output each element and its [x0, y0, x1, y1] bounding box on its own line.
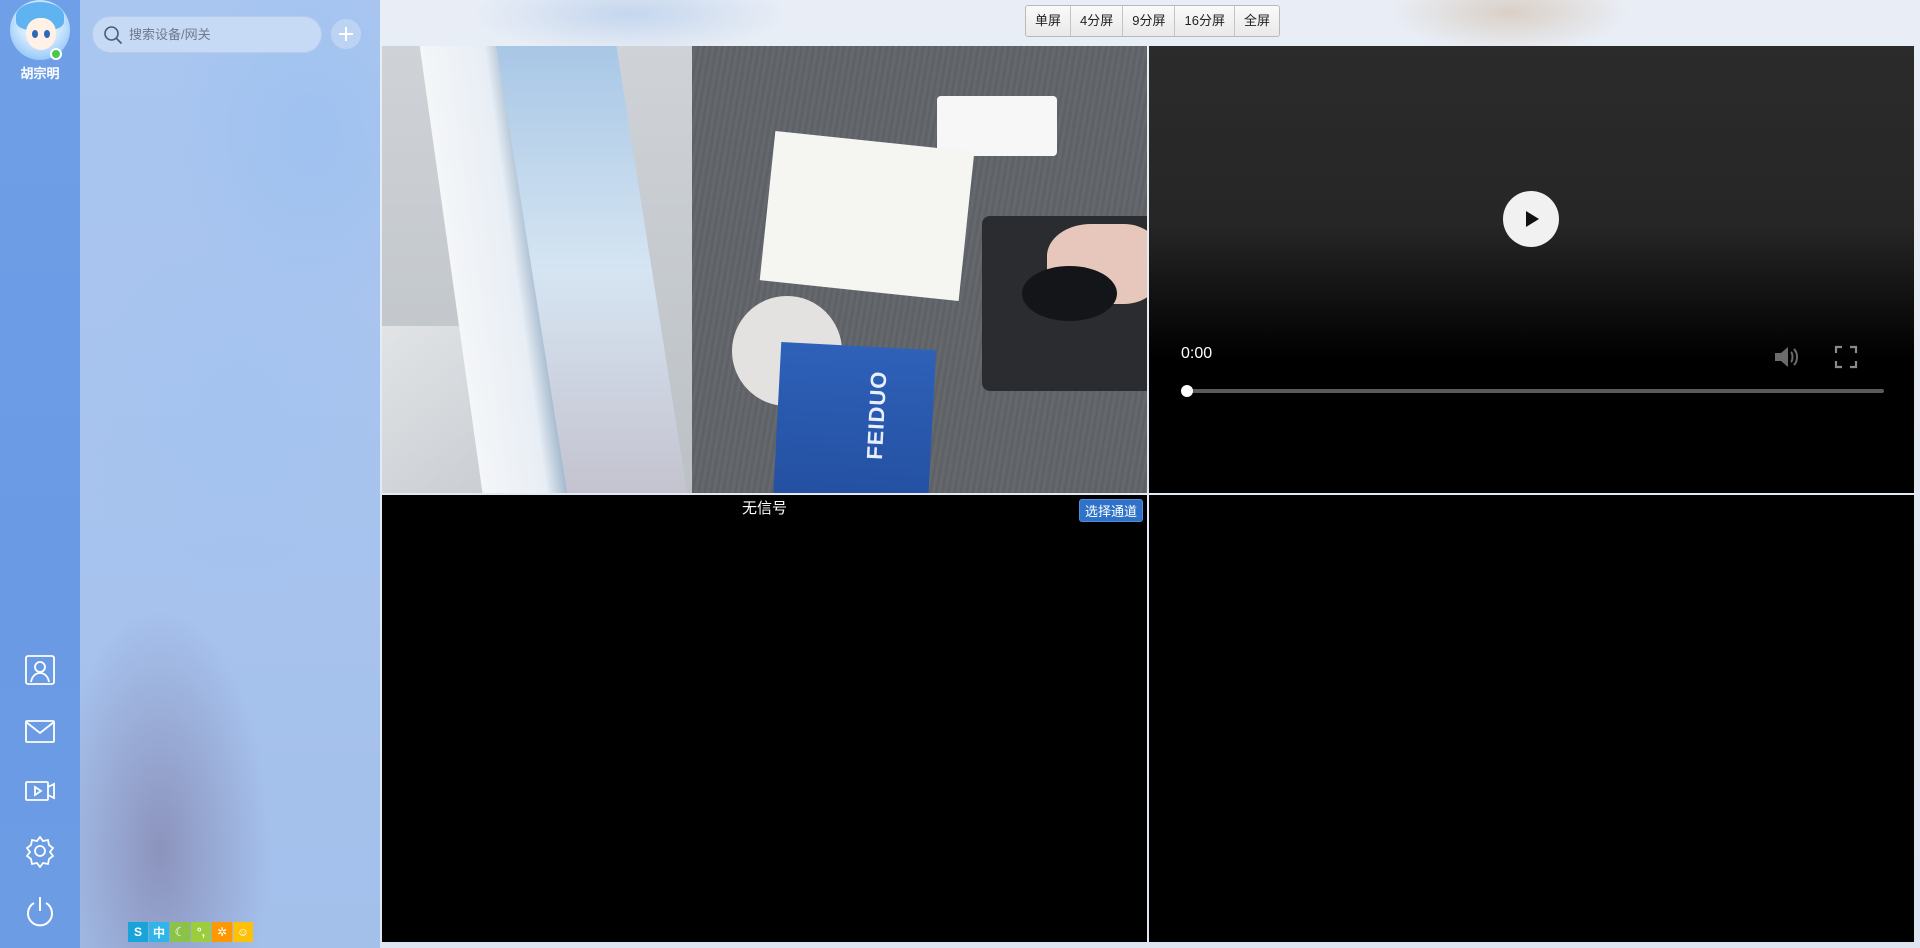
online-status-dot — [50, 48, 62, 60]
video-cell-2[interactable]: 0:00 — [1149, 46, 1914, 493]
box-brand-text: FEIDUO — [861, 369, 892, 461]
plus-icon — [339, 27, 353, 41]
video-playback-icon[interactable] — [20, 771, 60, 811]
camera-scene-mouse — [1022, 266, 1117, 321]
contacts-icon[interactable] — [20, 650, 60, 690]
layout-button[interactable]: 4分屏 — [1071, 6, 1124, 36]
layout-button[interactable]: 9分屏 — [1123, 6, 1176, 36]
layout-button[interactable]: 16分屏 — [1175, 6, 1235, 36]
layout-switcher: 单屏 4分屏 9分屏 16分屏 全屏 — [1025, 5, 1280, 37]
settings-icon[interactable]: ✲ — [212, 922, 232, 942]
video-cell-4[interactable] — [1149, 495, 1914, 942]
current-time: 0:00 — [1181, 345, 1213, 362]
camera-scene-box: FEIDUO — [772, 342, 937, 493]
punctuation-icon[interactable]: °, — [191, 922, 211, 942]
fullscreen-icon[interactable] — [1833, 344, 1859, 370]
avatar-eye — [44, 30, 50, 38]
search-input[interactable] — [129, 27, 309, 42]
video-grid: FEIDUO 0:00 无信号 选择通道 — [382, 46, 1918, 944]
video-cell-3[interactable]: 无信号 选择通道 — [382, 495, 1147, 942]
left-rail: 胡宗明 — [0, 0, 80, 948]
search-box[interactable] — [92, 16, 322, 53]
search-icon — [104, 25, 123, 44]
camera-scene-device — [937, 96, 1057, 156]
play-icon — [1526, 211, 1539, 227]
select-channel-button[interactable]: 选择通道 — [1078, 499, 1143, 522]
sogou-ime-icon[interactable]: S — [128, 922, 148, 942]
add-device-button[interactable] — [330, 18, 362, 50]
avatar-face — [26, 18, 56, 50]
moon-icon[interactable]: ☾ — [170, 922, 190, 942]
emoji-icon[interactable]: ☺ — [233, 922, 253, 942]
avatar-eye — [32, 30, 38, 38]
main-area: 单屏 4分屏 9分屏 16分屏 全屏 FEIDUO 0:00 无信号 选择通道 — [380, 0, 1920, 948]
play-button[interactable] — [1503, 191, 1559, 247]
no-signal-label: 无信号 — [741, 500, 787, 517]
chinese-mode-icon[interactable]: 中 — [149, 922, 169, 942]
mail-icon[interactable] — [20, 711, 60, 751]
power-icon[interactable] — [20, 891, 60, 931]
seek-handle[interactable] — [1181, 385, 1193, 397]
ime-toolbar: S 中 ☾ °, ✲ ☺ — [128, 922, 253, 942]
layout-button[interactable]: 全屏 — [1234, 6, 1279, 36]
layout-button[interactable]: 单屏 — [1026, 6, 1072, 36]
volume-icon[interactable] — [1771, 342, 1801, 372]
gear-icon[interactable] — [20, 831, 60, 871]
device-panel: S中☾°,✲☺ — [80, 0, 380, 948]
seek-bar[interactable] — [1186, 389, 1884, 393]
video-cell-1[interactable]: FEIDUO — [382, 46, 1147, 493]
camera-scene-papers — [759, 130, 975, 302]
user-name: 胡宗明 — [20, 66, 60, 81]
